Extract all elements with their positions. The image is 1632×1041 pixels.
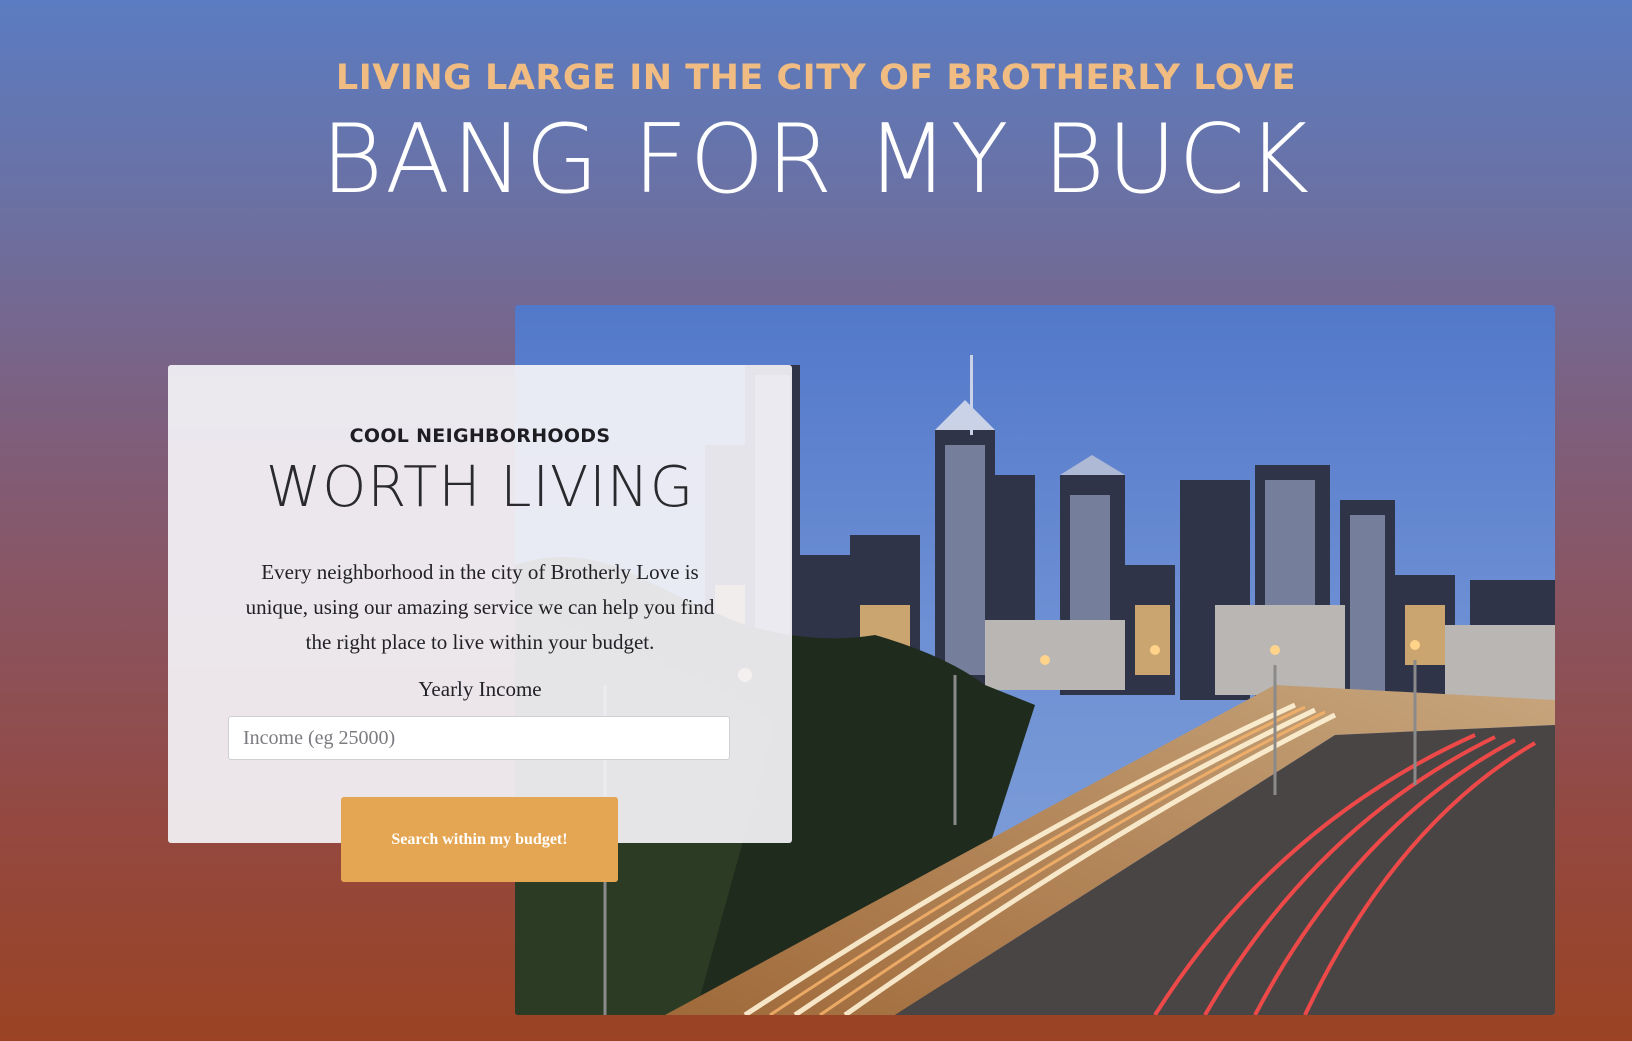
income-label: Yearly Income <box>418 677 542 701</box>
hero-headline: BANG FOR MY BUCK <box>320 105 1312 215</box>
card-eyebrow: COOL NEIGHBORHOODS <box>349 425 611 447</box>
hero-eyebrow: LIVING LARGE IN THE CITY OF BROTHERLY LO… <box>335 58 1297 98</box>
card-description: Every neighborhood in the city of Brothe… <box>245 560 715 654</box>
neighborhood-card: COOL NEIGHBORHOODS WORTH LIVING Every ne… <box>168 365 792 843</box>
card-title: WORTH LIVING <box>265 455 695 520</box>
income-input[interactable] <box>228 716 730 760</box>
search-budget-button[interactable]: Search within my budget! <box>341 797 618 882</box>
